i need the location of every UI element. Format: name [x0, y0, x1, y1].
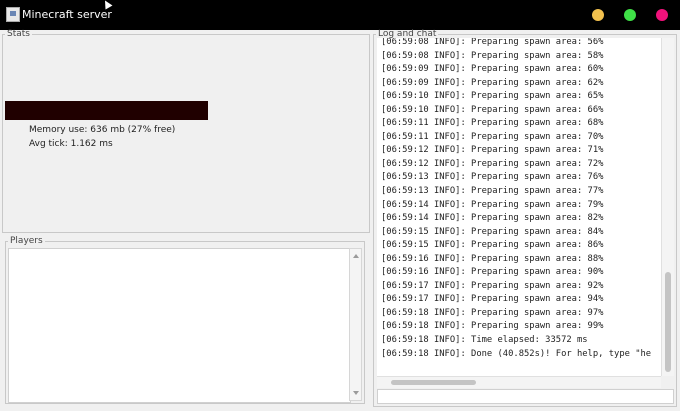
log-line: [06:59:11 INFO]: Preparing spawn area: 6… — [381, 118, 604, 129]
players-scrollbar[interactable] — [349, 248, 362, 401]
avg-tick-label: Avg tick: 1.162 ms — [29, 139, 113, 149]
log-line: [06:59:11 INFO]: Preparing spawn area: 7… — [381, 131, 604, 142]
log-line: [06:59:15 INFO]: Preparing spawn area: 8… — [381, 240, 604, 251]
log-line: [06:59:13 INFO]: Preparing spawn area: 7… — [381, 186, 604, 197]
title-bar[interactable]: Minecraft server — [0, 0, 680, 30]
players-list[interactable] — [8, 248, 351, 403]
players-legend: Players — [10, 236, 43, 246]
close-button[interactable] — [656, 9, 668, 21]
log-line: [06:59:18 INFO]: Time elapsed: 33572 ms — [381, 335, 588, 346]
log-text-area[interactable]: [06:59:08 INFO]: Preparing spawn area: 5… — [377, 38, 661, 376]
maximize-button[interactable] — [624, 9, 636, 21]
log-line: [06:59:12 INFO]: Preparing spawn area: 7… — [381, 145, 604, 156]
log-line: [06:59:16 INFO]: Preparing spawn area: 9… — [381, 267, 604, 278]
memory-usage-graph — [5, 101, 208, 120]
log-line: [06:59:10 INFO]: Preparing spawn area: 6… — [381, 91, 604, 102]
log-line: [06:59:18 INFO]: Preparing spawn area: 9… — [381, 307, 604, 318]
log-line: [06:59:13 INFO]: Preparing spawn area: 7… — [381, 172, 604, 183]
log-line: [06:59:14 INFO]: Preparing spawn area: 8… — [381, 213, 604, 224]
log-line: [06:59:12 INFO]: Preparing spawn area: 7… — [381, 158, 604, 169]
log-line: [06:59:18 INFO]: Done (40.852s)! For hel… — [381, 348, 652, 359]
log-vertical-scroll-thumb[interactable] — [665, 272, 671, 372]
log-horizontal-scrollbar[interactable] — [377, 376, 661, 388]
memory-use-label: Memory use: 636 mb (27% free) — [29, 125, 176, 135]
log-line: [06:59:15 INFO]: Preparing spawn area: 8… — [381, 226, 604, 237]
log-line: [06:59:09 INFO]: Preparing spawn area: 6… — [381, 77, 604, 88]
log-line: [06:59:14 INFO]: Preparing spawn area: 7… — [381, 199, 604, 210]
log-line: [06:59:08 INFO]: Preparing spawn area: 5… — [381, 38, 604, 47]
command-input[interactable] — [377, 389, 674, 404]
log-line: [06:59:17 INFO]: Preparing spawn area: 9… — [381, 294, 604, 305]
scroll-down-arrow-icon[interactable] — [353, 391, 359, 395]
log-line: [06:59:09 INFO]: Preparing spawn area: 6… — [381, 64, 604, 75]
scroll-up-arrow-icon[interactable] — [353, 254, 359, 258]
minimize-button[interactable] — [592, 9, 604, 21]
log-line: [06:59:18 INFO]: Preparing spawn area: 9… — [381, 321, 604, 332]
java-cup-icon — [6, 7, 20, 22]
log-line: [06:59:08 INFO]: Preparing spawn area: 5… — [381, 50, 604, 61]
log-vertical-scrollbar[interactable] — [661, 38, 674, 376]
log-line: [06:59:17 INFO]: Preparing spawn area: 9… — [381, 280, 604, 291]
log-horizontal-scroll-thumb[interactable] — [391, 380, 476, 385]
log-line: [06:59:16 INFO]: Preparing spawn area: 8… — [381, 253, 604, 264]
log-line: [06:59:10 INFO]: Preparing spawn area: 6… — [381, 104, 604, 115]
stats-legend: Stats — [7, 29, 30, 39]
log-lines: [06:59:08 INFO]: Preparing spawn area: 5… — [381, 38, 651, 361]
window-title: Minecraft server — [22, 8, 112, 21]
